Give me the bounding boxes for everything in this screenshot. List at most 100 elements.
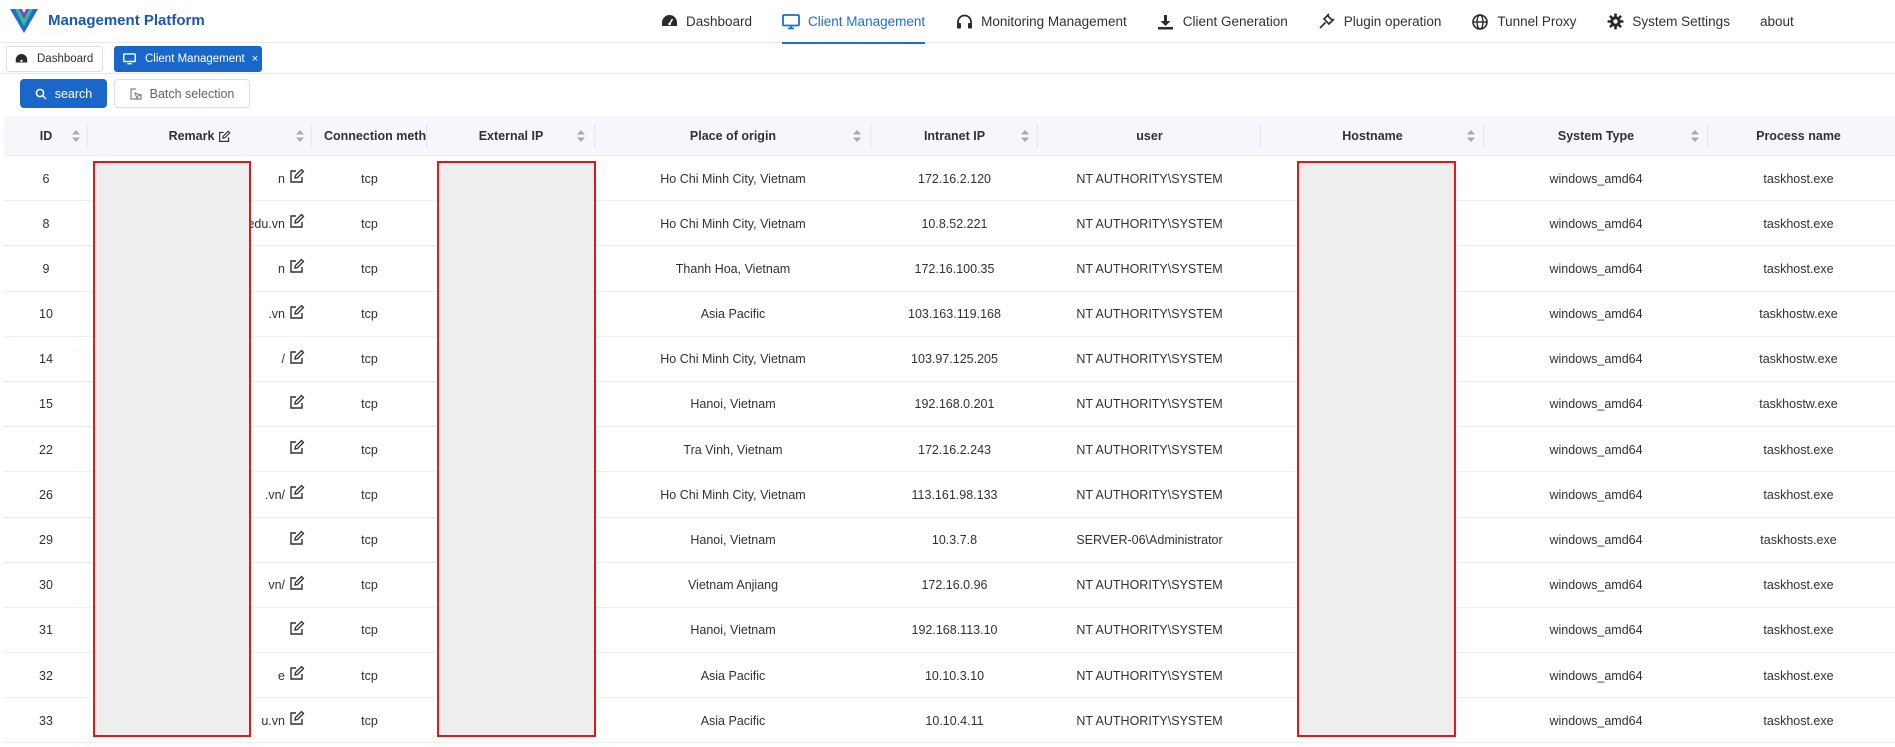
edit-remark-icon[interactable]	[289, 349, 305, 365]
column-header-process-name[interactable]: Process name	[1708, 116, 1895, 156]
cell-user: NT AUTHORITY\SYSTEM	[1076, 171, 1223, 186]
nav-item-dashboard[interactable]: Dashboard	[660, 0, 752, 43]
column-header-intranet-ip[interactable]: Intranet IP	[871, 116, 1038, 156]
nav-item-client-generation[interactable]: Client Generation	[1157, 0, 1288, 43]
header-label: Hostname	[1342, 129, 1403, 143]
cell-system-type: windows_amd64	[1549, 352, 1643, 367]
edit-remark-icon[interactable]	[289, 213, 305, 229]
sort-icon[interactable]	[577, 130, 585, 142]
column-header-id[interactable]: ID	[4, 116, 88, 156]
edit-remark-icon[interactable]	[289, 710, 305, 726]
header-label: System Type	[1557, 129, 1635, 143]
table-row[interactable]: 29 tcp Hanoi, Vietnam 10.3.7.8 SERVER-06\Adm…	[4, 518, 1895, 563]
tab-client-management[interactable]: Client Management ×	[114, 46, 262, 72]
cell-system-type: windows_amd64	[1549, 307, 1643, 322]
cell-id: 6	[42, 171, 50, 186]
table-row[interactable]: 22 tcp Tra Vinh, Vietnam 172.16.2.243 NT AUT…	[4, 427, 1895, 473]
cell-user: NT AUTHORITY\SYSTEM	[1076, 352, 1223, 367]
cell-process-name: taskhost.exe	[1763, 623, 1834, 638]
cell-process-name: taskhostw.exe	[1759, 307, 1838, 322]
column-header-external-ip[interactable]: External IP	[427, 116, 595, 156]
table-row[interactable]: 26 tcp Ho Chi Minh City, Vietnam 113.161.98…	[4, 472, 1895, 518]
cell-id: 29	[39, 533, 53, 547]
sort-icon[interactable]	[1021, 130, 1029, 142]
column-header-place-of-origin[interactable]: Place of origin	[595, 116, 871, 156]
nav-label: Tunnel Proxy	[1497, 14, 1577, 29]
cell-system-type: windows_amd64	[1549, 487, 1643, 502]
column-header-hostname[interactable]: Hostname	[1261, 116, 1484, 156]
edit-remark-icon[interactable]	[289, 168, 305, 184]
app-title: Management Platform	[48, 12, 205, 29]
cell-system-type: windows_amd64	[1549, 713, 1643, 728]
sort-icon[interactable]	[296, 130, 304, 142]
nav-item-system-settings[interactable]: System Settings	[1606, 0, 1730, 43]
sort-icon[interactable]	[1467, 130, 1475, 142]
cell-id: 10	[39, 307, 53, 322]
edit-remark-icon[interactable]	[289, 258, 305, 274]
cell-process-name: taskhost.exe	[1763, 261, 1834, 276]
globe-icon	[1471, 13, 1489, 31]
logo-icon	[10, 9, 38, 33]
cell-connection-method: tcp	[361, 713, 378, 728]
table-row[interactable]: 33 tcp Asia Pacific 10.10.4.11 NT AUTHORITY\…	[4, 698, 1895, 744]
tab-label: Dashboard	[37, 53, 94, 65]
edit-remark-icon[interactable]	[289, 620, 305, 636]
table-row[interactable]: 15 tcp Hanoi, Vietnam 192.168.0.201 NT AUTHO…	[4, 382, 1895, 428]
column-header-connection-method[interactable]: Connection method	[312, 116, 427, 156]
cell-system-type: windows_amd64	[1549, 623, 1643, 638]
cell-process-name: taskhost.exe	[1763, 487, 1834, 502]
edit-remark-icon[interactable]	[289, 530, 305, 546]
column-header-system-type[interactable]: System Type	[1484, 116, 1708, 156]
cell-intranet-ip: 172.16.0.96	[921, 578, 988, 593]
nav-item-client-management[interactable]: Client Management	[782, 0, 926, 44]
cell-place-of-origin: Tra Vinh, Vietnam	[683, 442, 783, 457]
sort-icon[interactable]	[72, 130, 80, 142]
tab-dashboard[interactable]: Dashboard	[6, 46, 103, 72]
batch-selection-button[interactable]: Batch selection	[114, 79, 250, 108]
search-button-label: search	[54, 86, 93, 101]
tab-label: Client Management	[145, 53, 245, 65]
sort-icon[interactable]	[1691, 130, 1699, 142]
headphones-icon	[955, 13, 973, 31]
nav-item-tunnel-proxy[interactable]: Tunnel Proxy	[1471, 0, 1576, 43]
edit-remark-icon[interactable]	[289, 484, 305, 500]
cell-user: NT AUTHORITY\SYSTEM	[1076, 442, 1223, 457]
cell-intranet-ip: 10.3.7.8	[931, 533, 978, 547]
table-row[interactable]: 32 tcp Asia Pacific 10.10.3.10 NT AUTHORITY\…	[4, 653, 1895, 699]
table-row[interactable]: 8 tcp Ho Chi Minh City, Vietnam 10.8.52.221…	[4, 201, 1895, 247]
cell-connection-method: tcp	[361, 442, 378, 457]
table-row[interactable]: 9 tcp Thanh Hoa, Vietnam 172.16.100.35 NT AU…	[4, 246, 1895, 292]
table-row[interactable]: 6 tcp Ho Chi Minh City, Vietnam 172.16.2.12…	[4, 156, 1895, 202]
edit-remark-icon[interactable]	[289, 304, 305, 320]
edit-remark-icon[interactable]	[289, 665, 305, 681]
cell-user: NT AUTHORITY\SYSTEM	[1076, 668, 1223, 683]
table-row[interactable]: 10 tcp Asia Pacific 103.163.119.168 NT AUTHO…	[4, 292, 1895, 337]
column-header-remark[interactable]: Remark	[88, 116, 312, 156]
edit-remark-icon[interactable]	[289, 439, 305, 455]
edit-remark-icon[interactable]	[289, 394, 305, 410]
table-row[interactable]: 30 tcp Vietnam Anjiang 172.16.0.96 NT AUTHOR…	[4, 563, 1895, 608]
nav-item-plugin-operation[interactable]: Plugin operation	[1318, 0, 1441, 43]
cell-id: 32	[39, 668, 53, 683]
nav-item-about[interactable]: about	[1760, 0, 1794, 43]
monitor-icon	[123, 52, 136, 66]
cell-id: 22	[39, 442, 53, 457]
page-tabs: Dashboard Client Management ×	[0, 44, 1895, 74]
cell-process-name: taskhost.exe	[1763, 668, 1834, 683]
column-header-user[interactable]: user	[1038, 116, 1261, 156]
table-row[interactable]: 31 tcp Hanoi, Vietnam 192.168.113.10 NT AUTH…	[4, 608, 1895, 654]
sort-icon[interactable]	[853, 130, 861, 142]
header-label: Connection method	[324, 129, 427, 143]
close-icon[interactable]: ×	[252, 53, 258, 65]
table-row[interactable]: 14 tcp Ho Chi Minh City, Vietnam 103.97.125…	[4, 337, 1895, 382]
cell-connection-method: tcp	[361, 216, 378, 231]
nav-item-monitoring-management[interactable]: Monitoring Management	[955, 0, 1127, 43]
edit-remark-icon[interactable]	[289, 575, 305, 591]
cell-intranet-ip: 10.8.52.221	[921, 216, 988, 231]
cell-intranet-ip: 172.16.100.35	[914, 261, 995, 276]
search-button[interactable]: search	[20, 79, 107, 108]
cell-system-type: windows_amd64	[1549, 578, 1643, 593]
redaction-box-external-ip	[437, 161, 596, 737]
cell-system-type: windows_amd64	[1549, 668, 1643, 683]
gear-icon	[1606, 13, 1624, 31]
